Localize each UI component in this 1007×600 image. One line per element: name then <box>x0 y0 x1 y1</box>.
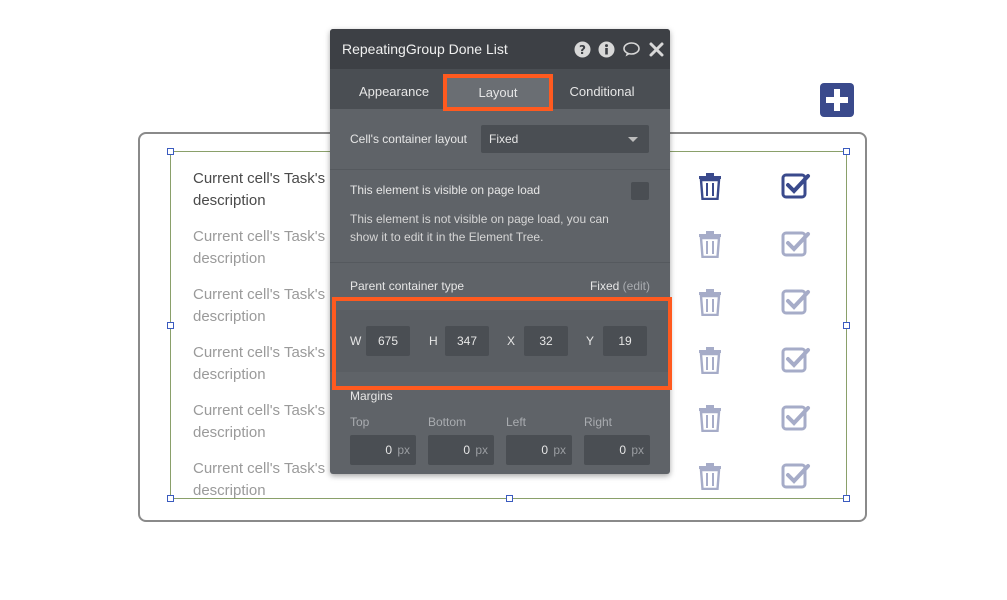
edit-link[interactable]: (edit) <box>623 279 650 293</box>
editor-canvas: Current cell's Task's description Curren… <box>0 0 1007 600</box>
property-editor-panel: RepeatingGroup Done List ? Appearance La… <box>330 29 670 474</box>
comment-icon[interactable] <box>623 41 640 58</box>
tab-layout[interactable]: Layout <box>443 69 553 111</box>
task-description-text: Current cell's Task's description <box>193 460 326 499</box>
chevron-down-icon <box>628 137 638 142</box>
panel-tabs: Appearance Layout Conditional <box>330 69 670 111</box>
close-icon[interactable] <box>648 41 665 58</box>
margin-bottom-input[interactable]: 0 px <box>428 435 494 465</box>
panel-title: RepeatingGroup Done List <box>342 41 508 57</box>
cell-layout-value: Fixed <box>489 132 519 146</box>
resize-handle-w[interactable] <box>167 322 174 329</box>
panel-header[interactable]: RepeatingGroup Done List ? <box>330 29 670 69</box>
checkbox-checked-icon[interactable] <box>781 461 811 489</box>
margin-bottom-value: 0 <box>463 443 470 457</box>
cell-layout-label: Cell's container layout <box>350 132 468 146</box>
task-description-text: Current cell's Task's description <box>193 170 326 209</box>
trash-icon[interactable] <box>698 288 722 316</box>
tab-layout-label: Layout <box>443 74 553 111</box>
tab-appearance[interactable]: Appearance <box>348 69 440 109</box>
divider <box>330 169 670 170</box>
margin-right-unit: px <box>631 443 644 457</box>
trash-icon[interactable] <box>698 172 722 200</box>
parent-container-value: Fixed (edit) <box>590 279 650 293</box>
resize-handle-nw[interactable] <box>167 148 174 155</box>
checkbox-checked-icon[interactable] <box>781 403 811 431</box>
resize-handle-se[interactable] <box>843 495 850 502</box>
help-icon[interactable]: ? <box>574 41 591 58</box>
info-icon[interactable] <box>598 41 615 58</box>
trash-icon[interactable] <box>698 346 722 374</box>
margin-top-value: 0 <box>385 443 392 457</box>
trash-icon[interactable] <box>698 462 722 490</box>
checkbox-checked-icon[interactable] <box>781 345 811 373</box>
task-description-text: Current cell's Task's description <box>193 402 326 441</box>
margin-left-input[interactable]: 0 px <box>506 435 572 465</box>
margin-right-label: Right <box>584 415 613 429</box>
parent-container-label: Parent container type <box>350 279 465 293</box>
tab-conditional[interactable]: Conditional <box>560 69 644 109</box>
trash-icon[interactable] <box>698 404 722 432</box>
resize-handle-sw[interactable] <box>167 495 174 502</box>
visibility-note: This element is not visible on page load… <box>350 212 609 244</box>
resize-handle-ne[interactable] <box>843 148 850 155</box>
dimensions-highlight-box <box>332 297 672 390</box>
task-description-text: Current cell's Task's description <box>193 286 326 325</box>
task-description-text: Current cell's Task's description <box>193 344 326 383</box>
cell-layout-select[interactable]: Fixed <box>481 125 649 153</box>
resize-handle-e[interactable] <box>843 322 850 329</box>
task-description-text: Current cell's Task's description <box>193 228 326 267</box>
margin-top-unit: px <box>397 443 410 457</box>
divider <box>330 262 670 263</box>
add-task-button[interactable] <box>820 83 854 117</box>
trash-icon[interactable] <box>698 230 722 258</box>
margin-top-input[interactable]: 0 px <box>350 435 416 465</box>
margin-left-value: 0 <box>541 443 548 457</box>
svg-text:?: ? <box>579 43 586 57</box>
margin-bottom-unit: px <box>475 443 488 457</box>
margins-title: Margins <box>350 389 393 403</box>
visibility-label: This element is visible on page load <box>350 183 541 197</box>
plus-icon <box>826 89 848 111</box>
visible-on-load-checkbox[interactable] <box>631 182 649 200</box>
margin-left-unit: px <box>553 443 566 457</box>
checkbox-checked-icon[interactable] <box>781 171 811 199</box>
margin-right-value: 0 <box>619 443 626 457</box>
checkbox-checked-icon[interactable] <box>781 287 811 315</box>
parent-container-type: Fixed <box>589 279 620 293</box>
margin-bottom-label: Bottom <box>428 415 467 429</box>
margin-top-label: Top <box>350 415 370 429</box>
margin-right-input[interactable]: 0 px <box>584 435 650 465</box>
margin-left-label: Left <box>506 415 527 429</box>
checkbox-checked-icon[interactable] <box>781 229 811 257</box>
